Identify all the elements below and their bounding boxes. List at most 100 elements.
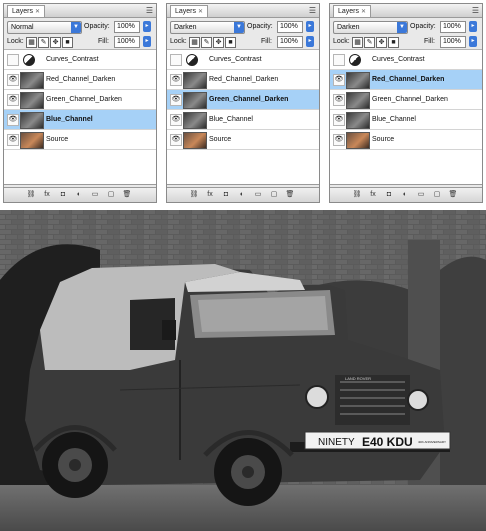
layer-mask-icon[interactable]: ◘ — [384, 190, 394, 200]
fill-slider-icon[interactable]: ▸ — [469, 36, 477, 47]
adjustment-icon[interactable]: ◐ — [400, 190, 410, 200]
layer-mask-icon[interactable]: ◘ — [58, 190, 68, 200]
lock-pixels-icon[interactable]: ✎ — [38, 37, 49, 48]
layer-name: Red_Channel_Darken — [372, 76, 445, 83]
fill-input[interactable]: 100% — [440, 36, 466, 48]
layer-row[interactable]: 👁 Green_Channel_Darken — [4, 90, 156, 110]
eye-icon[interactable]: 👁 — [7, 134, 19, 146]
eye-icon[interactable]: 👁 — [170, 94, 182, 106]
layer-row[interactable]: 👁 Blue_Channel — [4, 110, 156, 130]
lock-all-icon[interactable]: ■ — [62, 37, 73, 48]
layer-row[interactable]: 👁 Source — [167, 130, 319, 150]
lock-transparency-icon[interactable]: ▦ — [189, 37, 200, 48]
panel-titlebar[interactable]: Layers ✕ ☰ — [4, 4, 156, 18]
link-layers-icon[interactable]: ⛓ — [189, 190, 199, 200]
eye-icon[interactable]: 👁 — [7, 114, 19, 126]
opacity-slider-icon[interactable]: ▸ — [306, 21, 314, 32]
opacity-input[interactable]: 100% — [277, 21, 303, 33]
eye-icon[interactable]: 👁 — [333, 134, 345, 146]
link-layers-icon[interactable]: ⛓ — [352, 190, 362, 200]
eye-icon[interactable]: 👁 — [333, 74, 345, 86]
panel-menu-icon[interactable]: ☰ — [309, 5, 316, 16]
eye-icon[interactable]: 👁 — [7, 74, 19, 86]
lock-position-icon[interactable]: ✥ — [376, 37, 387, 48]
opacity-input[interactable]: 100% — [114, 21, 140, 33]
panel-titlebar[interactable]: Layers ✕ ☰ — [167, 4, 319, 18]
visibility-off-icon[interactable] — [170, 54, 182, 66]
panel-titlebar[interactable]: Layers ✕ ☰ — [330, 4, 482, 18]
layer-mask-icon[interactable]: ◘ — [221, 190, 231, 200]
group-folder-icon[interactable]: ▭ — [416, 190, 426, 200]
lock-pixels-icon[interactable]: ✎ — [364, 37, 375, 48]
layer-row[interactable]: Curves_Contrast — [4, 50, 156, 70]
layer-row[interactable]: 👁 Blue_Channel — [167, 110, 319, 130]
fx-icon[interactable]: fx — [42, 190, 52, 200]
lock-pixels-icon[interactable]: ✎ — [201, 37, 212, 48]
adjustment-icon[interactable]: ◐ — [237, 190, 247, 200]
visibility-off-icon[interactable] — [7, 54, 19, 66]
fx-icon[interactable]: fx — [368, 190, 378, 200]
opacity-input[interactable]: 100% — [440, 21, 466, 33]
close-icon[interactable]: ✕ — [198, 9, 203, 15]
blend-mode-select[interactable]: Darken ▼ — [333, 21, 408, 34]
eye-icon[interactable]: 👁 — [170, 74, 182, 86]
layer-row[interactable]: 👁 Blue_Channel — [330, 110, 482, 130]
layer-row[interactable]: 👁 Red_Channel_Darken — [4, 70, 156, 90]
lock-transparency-icon[interactable]: ▦ — [352, 37, 363, 48]
plate-left-text: NINETY — [318, 437, 355, 448]
eye-icon[interactable]: 👁 — [333, 114, 345, 126]
layers-tab[interactable]: Layers ✕ — [333, 5, 372, 17]
visibility-off-icon[interactable] — [333, 54, 345, 66]
layers-tab[interactable]: Layers ✕ — [7, 5, 46, 17]
layer-row[interactable]: 👁 Red_Channel_Darken — [167, 70, 319, 90]
eye-icon[interactable]: 👁 — [170, 114, 182, 126]
layer-row[interactable]: Curves_Contrast — [330, 50, 482, 70]
new-layer-icon[interactable]: ▢ — [106, 190, 116, 200]
fill-label: Fill: — [424, 38, 435, 45]
blend-mode-select[interactable]: Darken ▼ — [170, 21, 245, 34]
new-layer-icon[interactable]: ▢ — [269, 190, 279, 200]
lock-all-icon[interactable]: ■ — [225, 37, 236, 48]
layer-name: Source — [209, 136, 232, 143]
trash-icon[interactable]: 🗑 — [122, 190, 132, 200]
plate-number-text: E40 KDU — [362, 435, 413, 449]
opacity-slider-icon[interactable]: ▸ — [143, 21, 151, 32]
layer-row[interactable]: 👁 Source — [330, 130, 482, 150]
lock-all-icon[interactable]: ■ — [388, 37, 399, 48]
panel-menu-icon[interactable]: ☰ — [472, 5, 479, 16]
eye-icon[interactable]: 👁 — [333, 94, 345, 106]
layer-name: Red_Channel_Darken — [46, 76, 116, 83]
link-layers-icon[interactable]: ⛓ — [26, 190, 36, 200]
eye-icon[interactable]: 👁 — [7, 94, 19, 106]
layers-tab[interactable]: Layers ✕ — [170, 5, 209, 17]
adjustment-layer-icon — [186, 54, 198, 66]
close-icon[interactable]: ✕ — [361, 9, 366, 15]
layer-row[interactable]: 👁 Green_Channel_Darken — [330, 90, 482, 110]
eye-icon[interactable]: 👁 — [170, 134, 182, 146]
group-folder-icon[interactable]: ▭ — [90, 190, 100, 200]
lock-position-icon[interactable]: ✥ — [50, 37, 61, 48]
chevron-down-icon: ▼ — [71, 22, 81, 33]
blend-mode-select[interactable]: Normal ▼ — [7, 21, 82, 34]
fill-input[interactable]: 100% — [114, 36, 140, 48]
opacity-slider-icon[interactable]: ▸ — [469, 21, 477, 32]
fill-slider-icon[interactable]: ▸ — [306, 36, 314, 47]
lock-position-icon[interactable]: ✥ — [213, 37, 224, 48]
fx-icon[interactable]: fx — [205, 190, 215, 200]
panel-menu-icon[interactable]: ☰ — [146, 5, 153, 16]
trash-icon[interactable]: 🗑 — [285, 190, 295, 200]
adjustment-icon[interactable]: ◐ — [74, 190, 84, 200]
close-icon[interactable]: ✕ — [35, 9, 40, 15]
layer-row[interactable]: Curves_Contrast — [167, 50, 319, 70]
fill-slider-icon[interactable]: ▸ — [143, 36, 151, 47]
layer-thumbnail — [346, 92, 370, 109]
layer-row[interactable]: 👁 Green_Channel_Darken — [167, 90, 319, 110]
group-folder-icon[interactable]: ▭ — [253, 190, 263, 200]
new-layer-icon[interactable]: ▢ — [432, 190, 442, 200]
lock-label: Lock: — [333, 38, 350, 45]
trash-icon[interactable]: 🗑 — [448, 190, 458, 200]
lock-transparency-icon[interactable]: ▦ — [26, 37, 37, 48]
fill-input[interactable]: 100% — [277, 36, 303, 48]
layer-row[interactable]: 👁 Red_Channel_Darken — [330, 70, 482, 90]
layer-row[interactable]: 👁 Source — [4, 130, 156, 150]
